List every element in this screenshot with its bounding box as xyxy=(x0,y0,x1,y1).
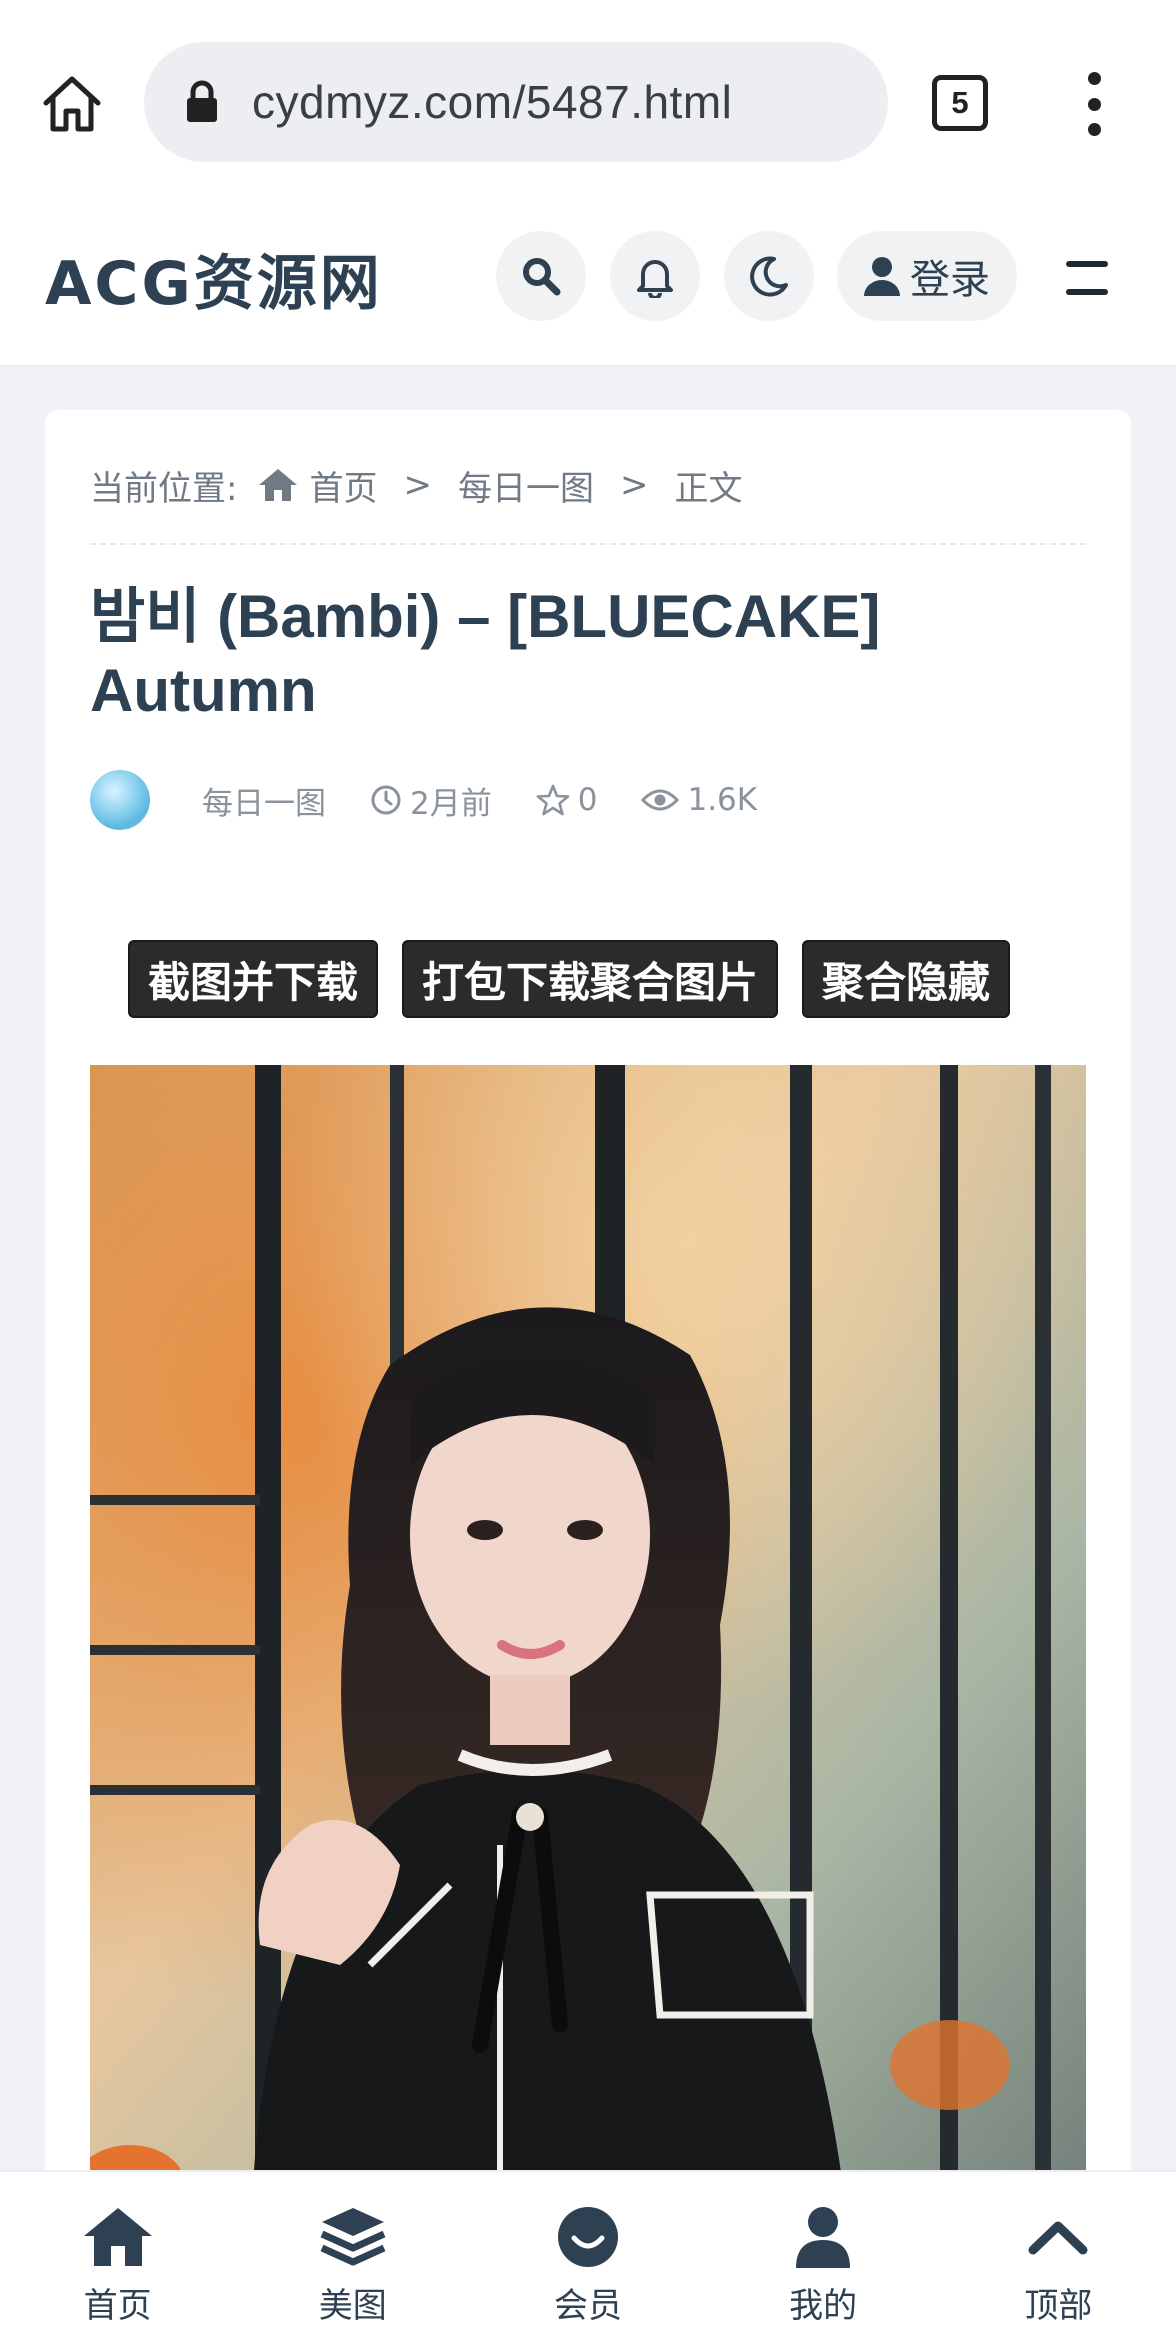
notification-button[interactable] xyxy=(610,231,700,321)
bottom-tab-bar: 首页 美图 会员 我的 顶部 xyxy=(0,2170,1176,2346)
clock-icon xyxy=(371,785,401,815)
breadcrumb-prefix: 当前位置: xyxy=(90,468,238,509)
home-icon xyxy=(83,2208,152,2266)
post-favorites-count: 0 xyxy=(577,782,598,818)
breadcrumb-current: 正文 xyxy=(674,468,743,509)
browser-home-button[interactable] xyxy=(36,68,108,140)
chevron-up-icon xyxy=(1028,2221,1088,2255)
tab-label: 会员 xyxy=(553,2286,622,2326)
url-text: cydmyz.com/5487.html xyxy=(252,76,733,128)
home-outline-icon xyxy=(43,76,101,132)
tab-mine[interactable]: 我的 xyxy=(743,2172,903,2346)
tab-top[interactable]: 顶部 xyxy=(978,2172,1138,2346)
post-time-text: 2月前 xyxy=(410,785,492,822)
breadcrumb-home-link[interactable]: 首页 xyxy=(309,461,377,510)
hide-aggregate-button[interactable]: 聚合隐藏 xyxy=(802,940,1011,1018)
post-meta: 每日一图 2月前 0 1.6K xyxy=(90,765,801,835)
post-views-count: 1.6K xyxy=(687,782,758,818)
breadcrumb-divider xyxy=(90,543,1086,545)
tab-label: 顶部 xyxy=(1024,2286,1093,2326)
home-icon xyxy=(257,467,299,503)
layers-icon xyxy=(320,2208,386,2266)
article-card: 当前位置: 首页 > 每日一图 > 正文 밤비 (Bambi) – [BLUEC… xyxy=(45,410,1131,2245)
user-icon xyxy=(864,257,900,296)
tab-gallery[interactable]: 美图 xyxy=(273,2172,433,2346)
smile-icon xyxy=(557,2207,618,2267)
address-bar[interactable]: cydmyz.com/5487.html xyxy=(144,42,888,162)
breadcrumb-separator: > xyxy=(403,465,432,505)
search-button[interactable] xyxy=(496,231,586,321)
site-logo[interactable]: ACG资源网 xyxy=(45,235,383,322)
breadcrumb-category-link[interactable]: 每日一图 xyxy=(458,461,594,510)
tab-home[interactable]: 首页 xyxy=(38,2172,198,2346)
tab-membership[interactable]: 会员 xyxy=(508,2172,668,2346)
lock-icon xyxy=(184,78,224,126)
post-category-link[interactable]: 每日一图 xyxy=(202,778,326,823)
dark-mode-toggle[interactable] xyxy=(724,231,814,321)
post-favorites[interactable]: 0 xyxy=(536,782,598,818)
breadcrumb: 当前位置: 首页 > 每日一图 > 正文 xyxy=(90,450,742,520)
action-buttons: 截图并下载 打包下载聚合图片 聚合隐藏 xyxy=(128,940,1011,1020)
tab-label: 我的 xyxy=(789,2286,858,2326)
post-photo[interactable] xyxy=(90,1065,1086,2245)
pack-download-button[interactable]: 打包下载聚合图片 xyxy=(402,940,779,1018)
menu-icon[interactable] xyxy=(1066,261,1108,295)
tab-label: 美图 xyxy=(318,2286,387,2326)
post-views: 1.6K xyxy=(641,782,757,818)
site-header: ACG资源网 登录 xyxy=(0,185,1176,365)
screenshot-download-button[interactable]: 截图并下载 xyxy=(128,940,379,1018)
browser-menu-icon[interactable] xyxy=(1076,72,1112,136)
post-time: 2月前 xyxy=(370,778,492,823)
post-photo-image xyxy=(90,1065,1086,2245)
login-button[interactable]: 登录 xyxy=(837,231,1017,321)
tab-switcher-button[interactable]: 5 xyxy=(932,75,988,131)
breadcrumb-separator: > xyxy=(619,465,649,505)
login-label: 登录 xyxy=(910,257,990,303)
star-icon xyxy=(536,784,570,816)
moon-icon xyxy=(750,256,788,297)
tab-label: 首页 xyxy=(83,2286,152,2326)
eye-icon xyxy=(641,789,680,811)
author-avatar[interactable] xyxy=(90,770,150,830)
post-title: 밤비 (Bambi) – [BLUECAKE] Autumn xyxy=(90,583,881,724)
user-icon xyxy=(796,2207,851,2268)
search-icon xyxy=(523,258,561,296)
browser-toolbar: cydmyz.com/5487.html 5 xyxy=(0,0,1176,185)
bell-icon xyxy=(637,260,673,298)
